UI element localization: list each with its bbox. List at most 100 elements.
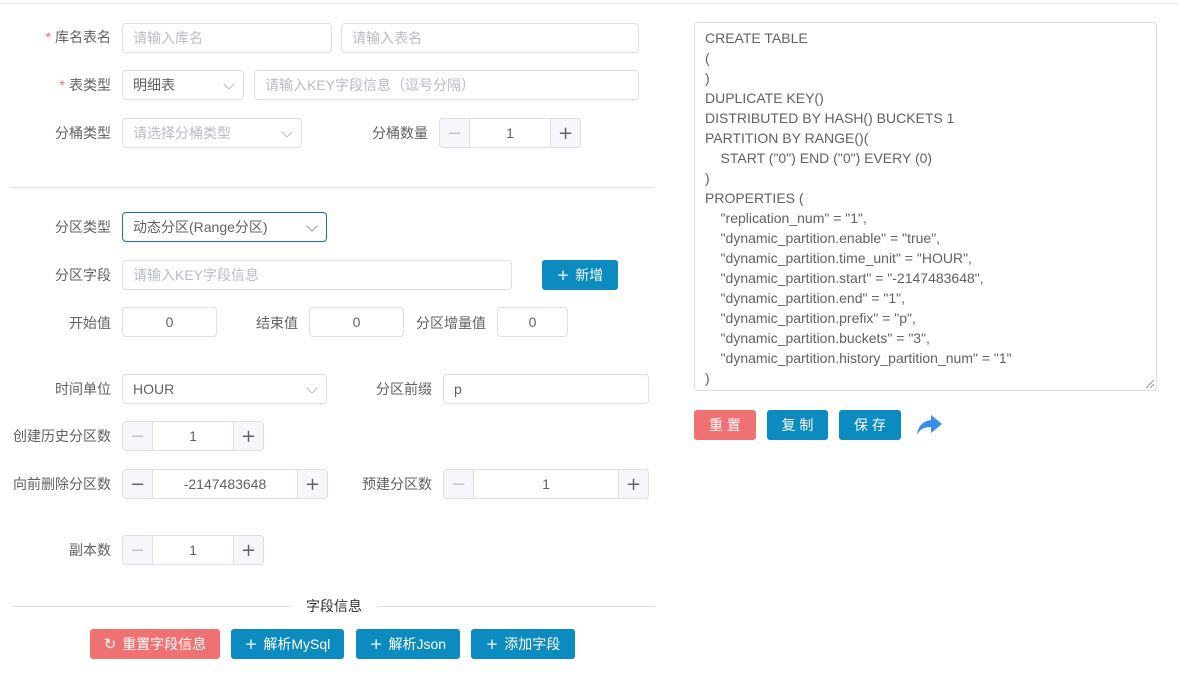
plus-icon[interactable]: + [297,470,327,498]
plus-icon: + [369,635,383,653]
parse-json-label: 解析Json [388,636,447,652]
bucket-type-label: 分桶类型 [55,125,111,141]
add-field-label: 添加字段 [504,636,561,652]
table-type-label: * 表类型 [30,75,111,95]
bucket-count-stepper[interactable]: − 1 + [439,118,581,148]
key-fields-input[interactable]: 请输入KEY字段信息（逗号分隔） [254,70,639,100]
time-unit-value: HOUR [133,381,175,397]
plus-icon[interactable]: + [550,119,580,147]
start-value-input[interactable]: 0 [122,307,217,337]
sql-line: "dynamic_partition.buckets" = "3", [705,330,930,346]
sql-textarea[interactable]: CREATE TABLE () DUPLICATE KEY() DISTRIBUTED… [694,22,1157,391]
table-type-select[interactable]: 明细表 [122,70,244,100]
chevron-down-icon [306,382,318,394]
sql-line: ) [705,170,710,186]
db-table-label-text: 库名表名 [55,29,111,45]
partition-type-value: 动态分区(Range分区) [133,219,268,235]
plus-icon[interactable]: + [233,536,263,564]
replica-value[interactable]: 1 [153,536,233,564]
reset-fields-button[interactable]: ↻ 重置字段信息 [90,629,220,659]
sql-line: PARTITION BY RANGE()( [705,130,869,146]
reset-fields-label: 重置字段信息 [122,636,207,652]
parse-json-button[interactable]: + 解析Json [356,629,460,659]
section-divider [11,187,655,188]
minus-icon[interactable]: − [440,119,470,147]
prefix-label: 分区前缀 [376,381,432,397]
replica-stepper[interactable]: − 1 + [122,535,264,565]
chevron-down-icon [306,220,318,232]
bucket-type-placeholder: 请选择分桶类型 [133,125,231,141]
time-unit-select[interactable]: HOUR [122,374,327,404]
parse-mysql-label: 解析MySql [263,636,331,652]
save-button[interactable]: 保 存 [839,410,901,440]
sql-line: ( [705,50,710,66]
db-name-input[interactable]: 请输入库名 [122,23,332,53]
history-partition-stepper[interactable]: − 1 + [122,421,264,451]
share-arrow-icon[interactable] [915,413,943,437]
parse-mysql-button[interactable]: + 解析MySql [231,629,344,659]
bucket-type-select[interactable]: 请选择分桶类型 [122,118,302,148]
partition-field-input[interactable]: 请输入KEY字段信息 [122,260,512,290]
step-value-input[interactable]: 0 [497,307,568,337]
delete-partition-value[interactable]: -2147483648 [153,470,297,498]
sql-line: DISTRIBUTED BY HASH() BUCKETS 1 [705,110,955,126]
minus-icon[interactable]: − [123,470,153,498]
plus-icon: + [485,635,499,653]
start-value-label: 开始值 [69,315,111,331]
prebuild-partition-stepper[interactable]: − 1 + [443,469,649,499]
chevron-down-icon [223,78,235,90]
plus-icon[interactable]: + [618,470,648,498]
table-type-value: 明细表 [133,77,175,93]
fields-section-title: 字段信息 [290,596,378,616]
minus-icon[interactable]: − [444,470,474,498]
end-value-input[interactable]: 0 [309,307,404,337]
minus-icon[interactable]: − [123,422,153,450]
db-table-label: * 库名表名 [30,27,111,47]
plus-icon: + [556,266,570,284]
sql-line: DUPLICATE KEY() [705,90,824,106]
bucket-count-value[interactable]: 1 [470,119,550,147]
partition-field-label: 分区字段 [55,267,111,283]
plus-icon: + [244,635,258,653]
sql-line: "dynamic_partition.history_partition_num… [705,350,1012,366]
delete-partition-label: 向前删除分区数 [13,476,111,492]
resize-handle-icon[interactable] [1146,380,1154,388]
top-divider [0,3,1178,4]
reset-button[interactable]: 重 置 [694,410,756,440]
sql-lines: CREATE TABLE () DUPLICATE KEY() DISTRIBUTED… [705,28,1146,388]
table-name-input[interactable]: 请输入表名 [341,23,639,53]
sql-line: CREATE TABLE [705,30,808,46]
prefix-input[interactable]: p [443,374,649,404]
history-partition-label: 创建历史分区数 [13,428,111,444]
chevron-down-icon [281,126,293,138]
bucket-count-label: 分桶数量 [372,125,428,141]
plus-icon[interactable]: + [233,422,263,450]
add-partition-button[interactable]: + 新增 [542,260,618,290]
sql-line: ) [705,370,710,386]
sql-line: "replication_num" = "1", [705,210,867,226]
sql-line: "dynamic_partition.prefix" = "p", [705,310,916,326]
history-partition-value[interactable]: 1 [153,422,233,450]
prebuild-partition-value[interactable]: 1 [474,470,618,498]
delete-partition-stepper[interactable]: − -2147483648 + [122,469,328,499]
sql-line: "dynamic_partition.time_unit" = "HOUR", [705,250,972,266]
time-unit-label: 时间单位 [55,381,111,397]
add-field-button[interactable]: + 添加字段 [471,629,575,659]
refresh-icon: ↻ [103,635,117,653]
sql-line: START ("0") END ("0") EVERY (0) [705,150,933,166]
partition-type-label: 分区类型 [55,219,111,235]
table-type-label-text: 表类型 [69,77,111,93]
add-partition-label: 新增 [575,267,604,283]
step-value-label: 分区增量值 [416,315,486,331]
partition-type-select[interactable]: 动态分区(Range分区) [122,212,327,242]
required-mark: * [45,29,51,45]
minus-icon[interactable]: − [123,536,153,564]
sql-line: "dynamic_partition.start" = "-2147483648… [705,270,984,286]
sql-line: PROPERTIES ( [705,190,804,206]
copy-button[interactable]: 复 制 [767,410,828,440]
prebuild-partition-label: 预建分区数 [362,476,432,492]
end-value-label: 结束值 [256,315,298,331]
sql-line: ) [705,70,710,86]
sql-line: "dynamic_partition.enable" = "true", [705,230,941,246]
required-mark: * [59,77,65,93]
